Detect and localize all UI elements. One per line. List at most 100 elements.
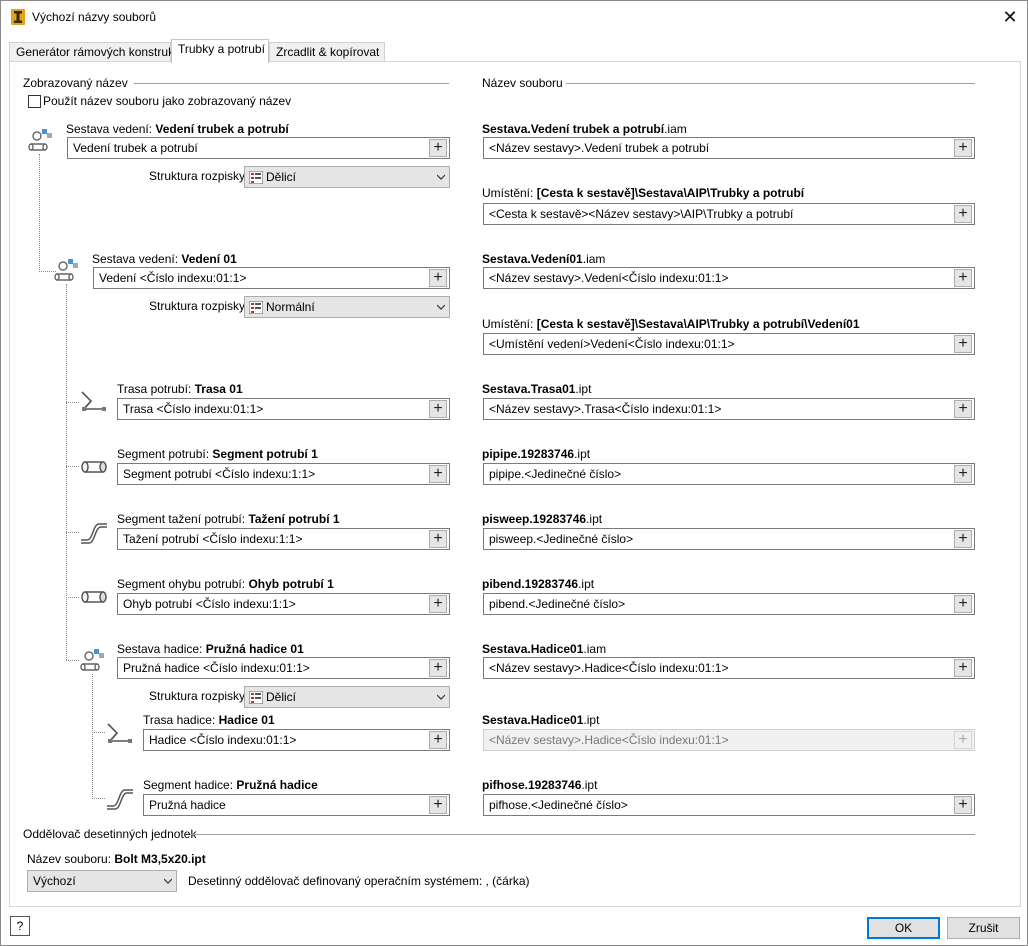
tree-connector — [66, 402, 79, 403]
pipe-bend-icon — [81, 591, 107, 603]
tab-tube-and-pipe[interactable]: Trubky a potrubí — [171, 39, 269, 63]
run-file-add-button[interactable]: + — [954, 269, 972, 287]
sweep-add-button[interactable]: + — [429, 530, 447, 548]
hose-route-file-name: Sestava.Hadice01 — [482, 713, 584, 727]
tree-connector — [66, 660, 79, 661]
display-name-section-label: Zobrazovaný název — [23, 76, 128, 90]
hose-segment-name: Pružná hadice — [236, 778, 318, 792]
route-icon — [81, 391, 106, 411]
sweep-file-add-button[interactable]: + — [954, 530, 972, 548]
hose-assembly-add-button[interactable]: + — [429, 659, 447, 677]
sweep-label: Segment tažení potrubí: — [117, 512, 246, 526]
chevron-down-icon — [437, 174, 445, 180]
run-bom-label: Struktura rozpisky — [149, 299, 246, 313]
tree-connector — [66, 466, 79, 467]
segment-label: Segment potrubí: — [117, 447, 210, 461]
sweep-name-input[interactable]: Tažení potrubí <Číslo indexu:1:1> — [117, 528, 450, 550]
segment-file-name: pipipe.19283746 — [482, 447, 575, 461]
run-name: Vedení 01 — [181, 252, 237, 266]
bend-file-add-button[interactable]: + — [954, 595, 972, 613]
hose-assembly-file-add-button[interactable]: + — [954, 659, 972, 677]
run-add-button[interactable]: + — [429, 269, 447, 287]
hose-assembly-icon — [80, 649, 104, 671]
route-name-input[interactable]: Trasa <Číslo indexu:01:1> — [117, 398, 450, 420]
assembly-bom-value: Dělicí — [266, 170, 297, 184]
hose-assembly-label: Sestava hadice: — [117, 642, 203, 656]
hose-assembly-name-input[interactable]: Pružná hadice <Číslo indexu:01:1> — [117, 657, 450, 679]
hose-route-add-button[interactable]: + — [429, 731, 447, 749]
tab-frame-generator[interactable]: Generátor rámových konstrukcí — [9, 42, 183, 62]
divider — [190, 834, 975, 835]
hose-segment-file-ext: .ipt — [581, 778, 598, 792]
sweep-file-input[interactable]: pisweep.<Jedinečné číslo> — [483, 528, 975, 550]
hose-segment-icon — [107, 789, 133, 810]
assembly-location-input[interactable]: <Cesta k sestavě><Název sestavy>\AIP\Tru… — [483, 203, 975, 225]
run-assembly-icon — [54, 259, 78, 281]
help-button[interactable]: ? — [10, 916, 30, 936]
assembly-name-input[interactable]: Vedení trubek a potrubí — [67, 137, 450, 159]
assembly-bom-select[interactable]: Dělicí — [244, 166, 450, 188]
assembly-location-add-button[interactable]: + — [954, 205, 972, 223]
tree-connector — [92, 798, 105, 799]
assembly-file-name: Sestava.Vedení trubek a potrubí — [482, 122, 665, 136]
bend-file-name: pibend.19283746 — [482, 577, 579, 591]
run-location-add-button[interactable]: + — [954, 335, 972, 353]
hose-route-file-input: <Název sestavy>.Hadice<Číslo indexu:01:1… — [483, 729, 975, 751]
assembly-add-button[interactable]: + — [429, 139, 447, 157]
chevron-down-icon — [437, 304, 445, 310]
file-name-section-label: Název souboru — [482, 76, 563, 90]
decimal-description: Desetinný oddělovač definovaný operačním… — [188, 874, 530, 888]
segment-file-add-button[interactable]: + — [954, 465, 972, 483]
hose-segment-add-button[interactable]: + — [429, 796, 447, 814]
tree-connector — [66, 284, 67, 660]
route-name: Trasa 01 — [194, 382, 243, 396]
segment-add-button[interactable]: + — [429, 465, 447, 483]
assembly-location-path: [Cesta k sestavě]\Sestava\AIP\Trubky a p… — [536, 186, 805, 200]
sweep-name: Tažení potrubí 1 — [248, 512, 340, 526]
decimal-separator-value: Výchozí — [33, 874, 76, 888]
help-icon: ? — [16, 919, 24, 933]
run-bom-value: Normální — [266, 300, 315, 314]
assembly-label: Sestava vedení: — [66, 122, 153, 136]
run-bom-select[interactable]: Normální — [244, 296, 450, 318]
hose-route-file-add-button: + — [954, 731, 972, 749]
hose-segment-file-input[interactable]: pifhose.<Jedinečné číslo> — [483, 794, 975, 816]
segment-name-input[interactable]: Segment potrubí <Číslo indexu:1:1> — [117, 463, 450, 485]
ok-button[interactable]: OK — [867, 917, 940, 939]
route-file-add-button[interactable]: + — [954, 400, 972, 418]
hose-assembly-bom-select[interactable]: Dělicí — [244, 686, 450, 708]
use-filename-checkbox[interactable] — [28, 95, 41, 108]
route-file-input[interactable]: <Název sestavy>.Trasa<Číslo indexu:01:1> — [483, 398, 975, 420]
decimal-separator-select[interactable]: Výchozí — [27, 870, 177, 892]
tab-mirror-copy[interactable]: Zrcadlit & kopírovat — [269, 42, 385, 62]
decimal-section-label: Oddělovač desetinných jednotek — [23, 827, 197, 841]
hose-segment-file-add-button[interactable]: + — [954, 796, 972, 814]
segment-file-ext: .ipt — [574, 447, 591, 461]
run-file-name: Sestava.Vedení01 — [482, 252, 583, 266]
bend-file-input[interactable]: pibend.<Jedinečné číslo> — [483, 593, 975, 615]
swept-pipe-icon — [81, 523, 107, 544]
run-file-input[interactable]: <Název sestavy>.Vedení<Číslo indexu:01:1… — [483, 267, 975, 289]
use-filename-label: Použít název souboru jako zobrazovaný ná… — [43, 94, 292, 108]
bend-name-input[interactable]: Ohyb potrubí <Číslo indexu:1:1> — [117, 593, 450, 615]
cancel-button[interactable]: Zrušit — [947, 917, 1020, 939]
bend-add-button[interactable]: + — [429, 595, 447, 613]
hose-assembly-file-input[interactable]: <Název sestavy>.Hadice<Číslo indexu:01:1… — [483, 657, 975, 679]
route-add-button[interactable]: + — [429, 400, 447, 418]
route-file-ext: .ipt — [575, 382, 592, 396]
hose-assembly-name: Pružná hadice 01 — [205, 642, 304, 656]
route-file-name: Sestava.Trasa01 — [482, 382, 576, 396]
assembly-location-label: Umístění: — [482, 186, 534, 200]
assembly-file-input[interactable]: <Název sestavy>.Vedení trubek a potrubí — [483, 137, 975, 159]
hose-route-name-input[interactable]: Hadice <Číslo indexu:01:1> — [143, 729, 450, 751]
close-icon[interactable]: ✕ — [995, 4, 1025, 30]
assembly-bom-label: Struktura rozpisky — [149, 169, 246, 183]
run-location-input[interactable]: <Umístění vedení>Vedení<Číslo indexu:01:… — [483, 333, 975, 355]
inventor-app-icon — [11, 9, 25, 25]
tab-strip: Generátor rámových konstrukcí Trubky a p… — [9, 39, 1021, 63]
run-name-input[interactable]: Vedení <Číslo indexu:01:1> — [93, 267, 450, 289]
segment-file-input[interactable]: pipipe.<Jedinečné číslo> — [483, 463, 975, 485]
bend-name: Ohyb potrubí 1 — [248, 577, 334, 591]
assembly-file-add-button[interactable]: + — [954, 139, 972, 157]
hose-segment-name-input[interactable]: Pružná hadice — [143, 794, 450, 816]
